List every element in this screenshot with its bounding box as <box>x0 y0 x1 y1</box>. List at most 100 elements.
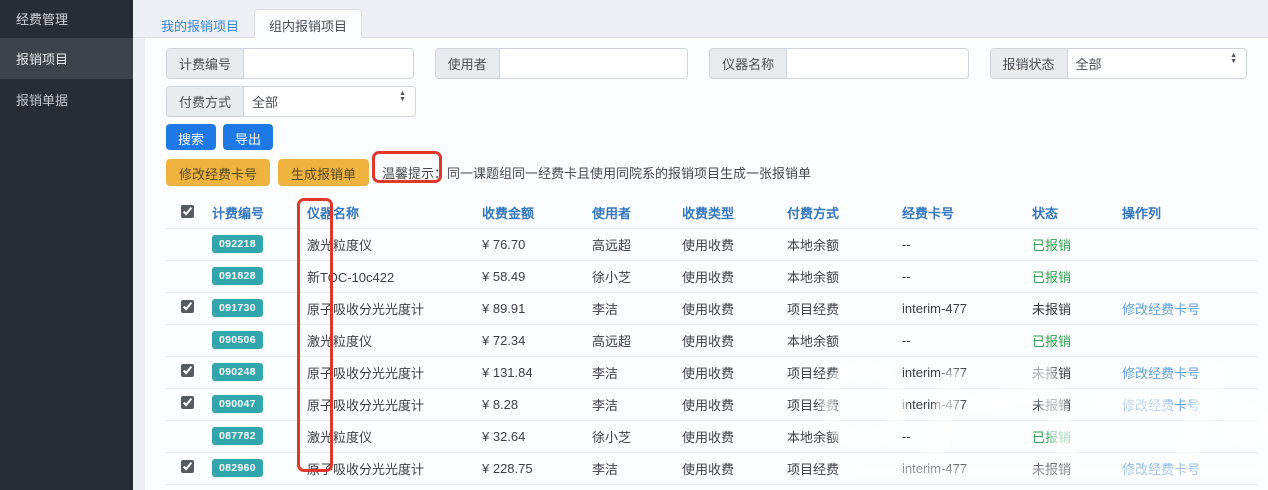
amount-cell: ¥ 8.28 <box>478 388 588 420</box>
row-checkbox[interactable] <box>181 396 194 409</box>
modify-card-button[interactable]: 修改经费卡号 <box>166 159 270 186</box>
table-row: 092218激光粒度仪¥ 76.70高远超使用收费本地余额--已报销 <box>166 228 1259 260</box>
billing-id-badge: 091828 <box>212 267 263 285</box>
modify-card-link[interactable]: 修改经费卡号 <box>1122 398 1200 413</box>
pay-method-cell: 本地余额 <box>783 324 898 356</box>
billing-no-input[interactable] <box>244 49 413 78</box>
status-cell: 已报销 <box>1028 260 1118 292</box>
empty-cell <box>898 484 1028 490</box>
column-header: 经费卡号 <box>898 198 1028 228</box>
amount-cell: ¥ 32.64 <box>478 420 588 452</box>
tab-group-projects[interactable]: 组内报销项目 <box>254 9 362 38</box>
billing-id-badge: 090506 <box>212 331 263 349</box>
row-checkbox[interactable] <box>181 300 194 313</box>
billing-no-cell <box>208 484 303 490</box>
search-button[interactable]: 搜索 <box>166 124 216 150</box>
billing-no-group: 计费编号 <box>166 48 414 79</box>
fund-card-cell: interim-477 <box>898 356 1028 388</box>
operation-cell <box>1118 324 1259 356</box>
row-checkbox-cell <box>166 228 208 260</box>
row-checkbox-cell <box>166 324 208 356</box>
user-cell: 徐小芝 <box>588 420 678 452</box>
operation-cell: 修改经费卡号 <box>1118 388 1259 420</box>
pay-method-cell: 项目经费 <box>783 292 898 324</box>
instrument-cell: 原子吸收分光光度计 <box>303 388 478 420</box>
reimburse-status-select[interactable]: 报销状态 全部 ▲▼ <box>990 48 1247 79</box>
amount-cell: ¥ 131.84 <box>478 356 588 388</box>
status-text: 已报销 <box>1032 334 1071 349</box>
billing-no-cell: 082960 <box>208 452 303 484</box>
select-arrows-icon: ▲▼ <box>399 91 406 103</box>
select-all-checkbox[interactable] <box>181 205 194 218</box>
content-card: 计费编号 使用者 仪器名称 报销状态 全部 ▲▼ 付费方式 全部 ▲▼ <box>145 38 1268 490</box>
instrument-label: 仪器名称 <box>710 49 787 78</box>
fund-card-cell: -- <box>898 420 1028 452</box>
status-text: 已报销 <box>1032 270 1071 285</box>
fund-card-cell: interim-477 <box>898 388 1028 420</box>
amount-cell: ¥ 76.70 <box>478 228 588 260</box>
pay-method-cell: 本地余额 <box>783 260 898 292</box>
row-checkbox-cell <box>166 452 208 484</box>
billing-id-badge: 087782 <box>212 427 263 445</box>
amount-cell: ¥ 72.34 <box>478 324 588 356</box>
table-row: 091730原子吸收分光光度计¥ 89.91李洁使用收费项目经费interim-… <box>166 292 1259 324</box>
main-area: 我的报销项目 组内报销项目 计费编号 使用者 仪器名称 报销状态 全部 ▲▼ <box>133 0 1268 490</box>
table-body: 092218激光粒度仪¥ 76.70高远超使用收费本地余额--已报销091828… <box>166 228 1259 490</box>
column-header: 使用者 <box>588 198 678 228</box>
fund-card-cell: interim-477 <box>898 292 1028 324</box>
fund-card-cell: -- <box>898 324 1028 356</box>
sidebar-item-reimburse-documents[interactable]: 报销单据 <box>0 79 133 120</box>
pay-method-cell: 项目经费 <box>783 452 898 484</box>
action-button-row: 修改经费卡号 生成报销单 温馨提示：同一课题组同一经费卡且使用同院系的报销项目生… <box>166 159 1247 186</box>
empty-cell <box>303 484 478 490</box>
filter-row-2: 付费方式 全部 ▲▼ <box>166 86 1247 117</box>
generate-form-button[interactable]: 生成报销单 <box>278 159 369 186</box>
empty-cell <box>1118 484 1259 490</box>
billing-id-badge: 090248 <box>212 363 263 381</box>
sidebar-item-label: 报销项目 <box>16 52 68 67</box>
row-checkbox[interactable] <box>181 460 194 473</box>
billing-no-cell: 092218 <box>208 228 303 260</box>
status-text: 未报销 <box>1032 462 1071 477</box>
payment-method-label: 付费方式 <box>167 87 244 116</box>
operation-cell <box>1118 260 1259 292</box>
row-checkbox[interactable] <box>181 364 194 377</box>
fee-type-cell: 使用收费 <box>678 260 783 292</box>
operation-cell: 修改经费卡号 <box>1118 452 1259 484</box>
fee-type-cell: 使用收费 <box>678 452 783 484</box>
table-row: 082960原子吸收分光光度计¥ 228.75李洁使用收费项目经费interim… <box>166 452 1259 484</box>
modify-card-link[interactable]: 修改经费卡号 <box>1122 462 1200 477</box>
payment-method-select[interactable]: 付费方式 全部 ▲▼ <box>166 86 416 117</box>
row-checkbox-cell <box>166 388 208 420</box>
fee-type-cell: 使用收费 <box>678 420 783 452</box>
column-header: 操作列 <box>1118 198 1259 228</box>
instrument-input[interactable] <box>787 49 967 78</box>
modify-card-link[interactable]: 修改经费卡号 <box>1122 366 1200 381</box>
row-checkbox-cell <box>166 292 208 324</box>
column-header: 收费金额 <box>478 198 588 228</box>
sidebar-item-reimburse-projects[interactable]: 报销项目 <box>0 38 133 79</box>
column-header: 仪器名称 <box>303 198 478 228</box>
instrument-group: 仪器名称 <box>709 48 968 79</box>
tab-my-projects[interactable]: 我的报销项目 <box>146 9 254 38</box>
table-row: 090248原子吸收分光光度计¥ 131.84李洁使用收费项目经费interim… <box>166 356 1259 388</box>
empty-cell <box>678 484 783 490</box>
fund-card-cell: -- <box>898 228 1028 260</box>
export-button[interactable]: 导出 <box>223 124 273 150</box>
modify-card-link[interactable]: 修改经费卡号 <box>1122 302 1200 317</box>
status-cell: 已报销 <box>1028 420 1118 452</box>
table-row: 091828新TOC-10c422¥ 58.49徐小芝使用收费本地余额--已报销 <box>166 260 1259 292</box>
user-input[interactable] <box>500 49 688 78</box>
filter-row-1: 计费编号 使用者 仪器名称 报销状态 全部 ▲▼ <box>166 48 1247 79</box>
instrument-cell: 原子吸收分光光度计 <box>303 356 478 388</box>
billing-no-cell: 087782 <box>208 420 303 452</box>
select-arrows-icon: ▲▼ <box>1230 53 1237 65</box>
table-header-row: 计费编号仪器名称收费金额使用者收费类型付费方式经费卡号状态操作列 <box>166 198 1259 228</box>
payment-method-value: 全部 <box>244 87 415 116</box>
column-header: 状态 <box>1028 198 1118 228</box>
status-cell: 已报销 <box>1028 324 1118 356</box>
sidebar-item-label: 报销单据 <box>16 93 68 108</box>
empty-cell <box>1028 484 1118 490</box>
operation-cell: 修改经费卡号 <box>1118 356 1259 388</box>
billing-id-badge: 092218 <box>212 235 263 253</box>
